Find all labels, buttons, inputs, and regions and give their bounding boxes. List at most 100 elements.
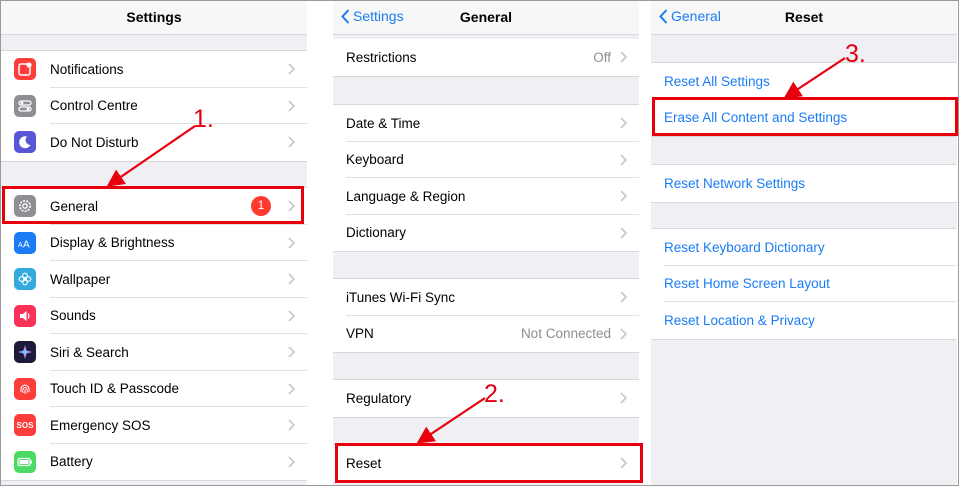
- general-group-2: Date & Time Keyboard Language & Region D…: [333, 104, 639, 252]
- sidebar-item-label: Battery: [50, 454, 93, 470]
- battery-icon: [14, 450, 36, 473]
- settings-item-general[interactable]: General 1: [1, 188, 307, 225]
- list-item-label: Regulatory: [346, 390, 412, 406]
- chevron-right-icon: [288, 456, 295, 468]
- list-item-label: Erase All Content and Settings: [664, 110, 848, 126]
- general-navbar: Settings General: [333, 1, 639, 35]
- general-item-language-region[interactable]: Language & Region: [333, 178, 639, 215]
- settings-item-control-centre[interactable]: Control Centre: [1, 88, 307, 124]
- reset-group-1: Reset All Settings Erase All Content and…: [651, 62, 957, 137]
- step-1-label: 1.: [193, 105, 214, 133]
- reset-panel: General Reset Reset All Settings Erase A…: [651, 1, 957, 485]
- list-item-value: Not Connected: [520, 326, 611, 342]
- reset-home-screen-layout-button[interactable]: Reset Home Screen Layout: [651, 266, 957, 302]
- settings-group-1: Notifications Control Centre Do Not Dist…: [1, 50, 307, 162]
- page-title: Settings: [126, 9, 182, 25]
- sidebar-item-label: Display & Brightness: [50, 235, 175, 251]
- reset-group-3: Reset Keyboard Dictionary Reset Home Scr…: [651, 228, 957, 340]
- settings-group-2: General 1 AA Display & Brightness Wallpa…: [1, 187, 307, 481]
- settings-item-display-brightness[interactable]: AA Display & Brightness: [1, 225, 307, 261]
- step-3-label: 3.: [845, 40, 866, 68]
- erase-all-content-button[interactable]: Erase All Content and Settings: [651, 100, 957, 137]
- chevron-right-icon: [288, 419, 295, 431]
- settings-item-siri-search[interactable]: Siri & Search: [1, 334, 307, 371]
- sos-icon: SOS: [14, 414, 36, 437]
- sidebar-item-label: Siri & Search: [50, 344, 129, 360]
- settings-item-do-not-disturb[interactable]: Do Not Disturb: [1, 124, 307, 161]
- chevron-right-icon: [620, 328, 627, 340]
- chevron-right-icon: [620, 51, 627, 63]
- chevron-right-icon: [288, 273, 295, 285]
- chevron-right-icon: [288, 100, 295, 112]
- list-item-label: Restrictions: [346, 49, 417, 65]
- general-item-dictionary[interactable]: Dictionary: [333, 215, 639, 252]
- general-panel: Settings General Restrictions Off Date &…: [333, 1, 639, 485]
- sidebar-item-label: Notifications: [50, 61, 124, 77]
- reset-all-settings-button[interactable]: Reset All Settings: [651, 63, 957, 100]
- sidebar-item-label: Control Centre: [50, 98, 138, 114]
- list-item-label: Date & Time: [346, 115, 421, 131]
- settings-item-battery[interactable]: Battery: [1, 444, 307, 481]
- general-item-keyboard[interactable]: Keyboard: [333, 142, 639, 178]
- chevron-right-icon: [288, 383, 295, 395]
- list-item-label: VPN: [346, 326, 374, 342]
- notification-badge: 1: [251, 196, 271, 217]
- notifications-icon: [14, 58, 36, 81]
- settings-item-notifications[interactable]: Notifications: [1, 51, 307, 88]
- settings-item-sounds[interactable]: Sounds: [1, 298, 307, 334]
- general-item-vpn[interactable]: VPN Not Connected: [333, 316, 639, 353]
- page-title: Reset: [784, 9, 824, 25]
- gear-icon: [14, 195, 36, 218]
- list-item-label: Reset: [346, 455, 382, 471]
- sidebar-item-label: Emergency SOS: [50, 417, 151, 433]
- reset-group-2: Reset Network Settings: [651, 164, 957, 203]
- sidebar-item-label: Touch ID & Passcode: [50, 381, 180, 397]
- page-title: General: [459, 9, 513, 25]
- display-icon: AA: [14, 231, 36, 254]
- list-item-label: Language & Region: [346, 188, 466, 204]
- list-item-label: Reset Keyboard Dictionary: [664, 239, 825, 255]
- chevron-right-icon: [288, 237, 295, 249]
- chevron-right-icon: [288, 310, 295, 322]
- chevron-right-icon: [288, 63, 295, 75]
- general-group-5: Reset: [333, 444, 639, 483]
- chevron-right-icon: [620, 291, 627, 303]
- settings-navbar: Settings: [1, 1, 307, 35]
- chevron-right-icon: [288, 200, 295, 212]
- svg-text:A: A: [23, 239, 30, 249]
- settings-item-wallpaper[interactable]: Wallpaper: [1, 261, 307, 298]
- chevron-right-icon: [620, 117, 627, 129]
- sidebar-item-label: General: [50, 198, 99, 214]
- reset-location-privacy-button[interactable]: Reset Location & Privacy: [651, 302, 957, 339]
- sidebar-item-label: Wallpaper: [50, 271, 111, 287]
- chevron-right-icon: [288, 136, 295, 148]
- general-group-1: Restrictions Off: [333, 39, 639, 77]
- reset-keyboard-dictionary-button[interactable]: Reset Keyboard Dictionary: [651, 229, 957, 266]
- general-group-3: iTunes Wi-Fi Sync VPN Not Connected: [333, 278, 639, 353]
- control-centre-icon: [14, 94, 36, 117]
- chevron-right-icon: [620, 392, 627, 404]
- list-item-label: iTunes Wi-Fi Sync: [346, 289, 456, 305]
- list-item-label: Reset All Settings: [664, 73, 770, 89]
- general-item-reset[interactable]: Reset: [333, 445, 639, 482]
- list-item-label: Reset Network Settings: [664, 175, 806, 191]
- list-item-label: Keyboard: [346, 152, 404, 168]
- chevron-right-icon: [620, 457, 627, 469]
- settings-panel: Settings Notifications Control Centre Do…: [1, 1, 307, 485]
- chevron-right-icon: [620, 227, 627, 239]
- settings-item-emergency-sos[interactable]: SOS Emergency SOS: [1, 407, 307, 444]
- speaker-icon: [14, 304, 36, 327]
- general-item-itunes-wifi-sync[interactable]: iTunes Wi-Fi Sync: [333, 279, 639, 316]
- chevron-right-icon: [620, 190, 627, 202]
- sidebar-item-label: Do Not Disturb: [50, 134, 139, 150]
- general-item-restrictions[interactable]: Restrictions Off: [333, 39, 639, 76]
- chevron-right-icon: [288, 346, 295, 358]
- reset-network-settings-button[interactable]: Reset Network Settings: [651, 165, 957, 202]
- moon-icon: [14, 131, 36, 154]
- general-item-date-time[interactable]: Date & Time: [333, 105, 639, 142]
- step-2-label: 2.: [484, 380, 505, 408]
- sidebar-item-label: Sounds: [50, 308, 96, 324]
- settings-item-touch-id[interactable]: Touch ID & Passcode: [1, 371, 307, 407]
- reset-navbar: General Reset: [651, 1, 957, 35]
- chevron-right-icon: [620, 154, 627, 166]
